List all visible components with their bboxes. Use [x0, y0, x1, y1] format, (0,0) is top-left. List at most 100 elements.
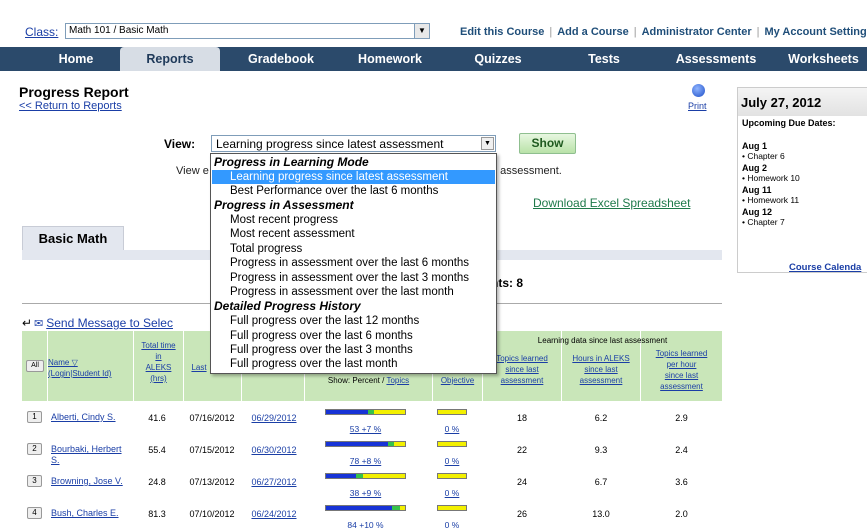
download-excel-link[interactable]: Download Excel Spreadsheet	[533, 196, 690, 210]
objective-bar	[437, 473, 467, 479]
dropdown-option[interactable]: Learning progress since latest assessmen…	[212, 170, 495, 184]
view-dropdown-list[interactable]: Progress in Learning Mode Learning progr…	[210, 153, 497, 374]
table-row: 4 Bush, Charles E. 81.3 07/10/2012 06/24/201…	[22, 505, 722, 529]
class-label: Class:	[25, 25, 59, 39]
return-to-reports-link[interactable]: << Return to Reports	[19, 100, 122, 112]
due-item[interactable]: • Homework 10	[742, 173, 800, 183]
subtab-basic-math[interactable]: Basic Math	[22, 226, 124, 251]
current-date: July 27, 2012	[738, 88, 867, 116]
total-time-value: 55.4	[148, 445, 166, 455]
hours-column-header[interactable]: Hours in ALEKS since last assessment	[562, 353, 640, 386]
edit-course-link[interactable]: Edit this Course	[460, 26, 544, 38]
objective-percent-link[interactable]: 0 %	[437, 424, 467, 434]
course-calendar-link[interactable]: Course Calenda	[789, 262, 861, 273]
row-number-button[interactable]: 2	[27, 443, 42, 455]
topics-learned-value: 18	[516, 413, 527, 423]
row-number-button[interactable]: 3	[27, 475, 42, 487]
learning-data-group-header: Learning data since last assessment	[537, 336, 668, 345]
tab-gradebook[interactable]: Gradebook	[236, 47, 326, 71]
dropdown-option[interactable]: Full progress over the last 12 months	[212, 314, 495, 328]
progress-bar	[325, 473, 406, 479]
corner-arrow-icon: ↵	[22, 316, 33, 330]
print-link[interactable]: Print	[688, 101, 707, 111]
progress-percent-link[interactable]: 53 +7 %	[325, 424, 406, 434]
dropdown-option[interactable]: Best Performance over the last 6 months	[212, 184, 495, 198]
dropdown-option[interactable]: Full progress over the last 3 months	[212, 343, 495, 357]
tab-reports[interactable]: Reports	[120, 47, 220, 71]
student-name-link[interactable]: Bush, Charles E.	[51, 508, 131, 519]
dropdown-option[interactable]: Progress in assessment over the last 3 m…	[212, 271, 495, 285]
due-item[interactable]: • Chapter 6	[742, 151, 785, 161]
student-name-link[interactable]: Alberti, Cindy S.	[51, 412, 131, 423]
dropdown-option[interactable]: Most recent progress	[212, 213, 495, 227]
assessment-date-link[interactable]: 06/24/2012	[244, 509, 304, 519]
show-button[interactable]: Show	[519, 133, 576, 154]
hours-value: 9.3	[594, 445, 608, 455]
total-time-value: 24.8	[148, 477, 166, 487]
student-name-link[interactable]: Bourbaki, Herbert S.	[51, 444, 131, 466]
progress-percent-link[interactable]: 84 +10 %	[325, 520, 406, 529]
class-select[interactable]: Math 101 / Basic Math ▼	[65, 23, 430, 39]
assessment-date-link[interactable]: 06/27/2012	[244, 477, 304, 487]
tab-assessments[interactable]: Assessments	[666, 47, 766, 71]
topics-per-hour-value: 3.6	[675, 477, 688, 487]
objective-percent-link[interactable]: 0 %	[437, 520, 467, 529]
dropdown-option[interactable]: Most recent assessment	[212, 227, 495, 241]
tab-home[interactable]: Home	[46, 47, 106, 71]
progress-bar-remaining	[374, 410, 405, 414]
due-date: Aug 11	[742, 185, 772, 195]
chevron-down-icon[interactable]: ▼	[414, 24, 429, 38]
select-all-button[interactable]: All	[26, 360, 44, 372]
topics-per-hour-column-header[interactable]: Topics learned per hour since last asses…	[641, 348, 722, 392]
mail-icon: ✉	[34, 318, 44, 330]
name-column-header[interactable]: Name ▽ (Login|Student Id)	[48, 357, 133, 379]
show-topics-link[interactable]: Topics	[386, 376, 409, 385]
due-item[interactable]: • Homework 11	[742, 195, 799, 205]
chevron-down-icon[interactable]: ▼	[481, 137, 494, 150]
tab-quizzes[interactable]: Quizzes	[458, 47, 538, 71]
add-course-link[interactable]: Add a Course	[557, 26, 629, 38]
progress-bar	[325, 409, 406, 415]
row-number-button[interactable]: 1	[27, 411, 42, 423]
hours-value: 6.2	[594, 413, 608, 423]
dropdown-option[interactable]: Full progress over the last 6 months	[212, 329, 495, 343]
dropdown-option[interactable]: Full progress over the last month	[212, 357, 495, 371]
total-time-column-header[interactable]: Total time in ALEKS (hrs)	[134, 340, 183, 384]
progress-bar-gain	[356, 474, 363, 478]
due-dates-panel: July 27, 2012 Upcoming Due Dates: Aug 1 …	[737, 87, 867, 273]
send-message-link[interactable]: ↵ ✉ Send Message to Selec	[22, 316, 173, 330]
objective-percent-link[interactable]: 0 %	[437, 488, 467, 498]
dropdown-option[interactable]: Progress in assessment over the last mon…	[212, 285, 495, 299]
total-time-value: 41.6	[148, 413, 166, 423]
account-settings-link[interactable]: My Account Settings	[764, 26, 867, 38]
last-login-value: 07/15/2012	[189, 445, 235, 455]
topics-learned-value: 24	[516, 477, 527, 487]
assessment-date-link[interactable]: 06/30/2012	[244, 445, 304, 455]
dropdown-option[interactable]: Progress in assessment over the last 6 m…	[212, 256, 495, 270]
topics-learned-value: 22	[516, 445, 527, 455]
dropdown-option[interactable]: Total progress	[212, 242, 495, 256]
objective-percent-link[interactable]: 0 %	[437, 456, 467, 466]
hours-value: 6.7	[594, 477, 608, 487]
tab-homework[interactable]: Homework	[345, 47, 435, 71]
table-row: 1 Alberti, Cindy S. 41.6 07/16/2012 06/29/20…	[22, 409, 722, 437]
tab-tests[interactable]: Tests	[574, 47, 634, 71]
progress-bar-remaining	[400, 506, 405, 510]
assessment-date-link[interactable]: 06/29/2012	[244, 413, 304, 423]
progress-bar-gain	[392, 506, 400, 510]
progress-percent-link[interactable]: 38 +9 %	[325, 488, 406, 498]
student-name-link[interactable]: Browning, Jose V.	[51, 476, 131, 487]
progress-bar	[325, 505, 406, 511]
row-number-button[interactable]: 4	[27, 507, 42, 519]
tab-worksheets[interactable]: Worksheets	[780, 47, 867, 71]
print-icon[interactable]	[692, 84, 705, 97]
topics-per-hour-value: 2.9	[675, 413, 688, 423]
view-description: View e	[176, 165, 209, 177]
objective-column-header[interactable]: Objective	[433, 375, 482, 386]
admin-center-link[interactable]: Administrator Center	[642, 26, 752, 38]
progress-percent-link[interactable]: 78 +8 %	[325, 456, 406, 466]
due-date: Aug 2	[742, 163, 768, 173]
due-item[interactable]: • Chapter 7	[742, 217, 785, 227]
view-select[interactable]: Learning progress since latest assessmen…	[211, 135, 496, 152]
last-login-value: 07/13/2012	[189, 477, 235, 487]
